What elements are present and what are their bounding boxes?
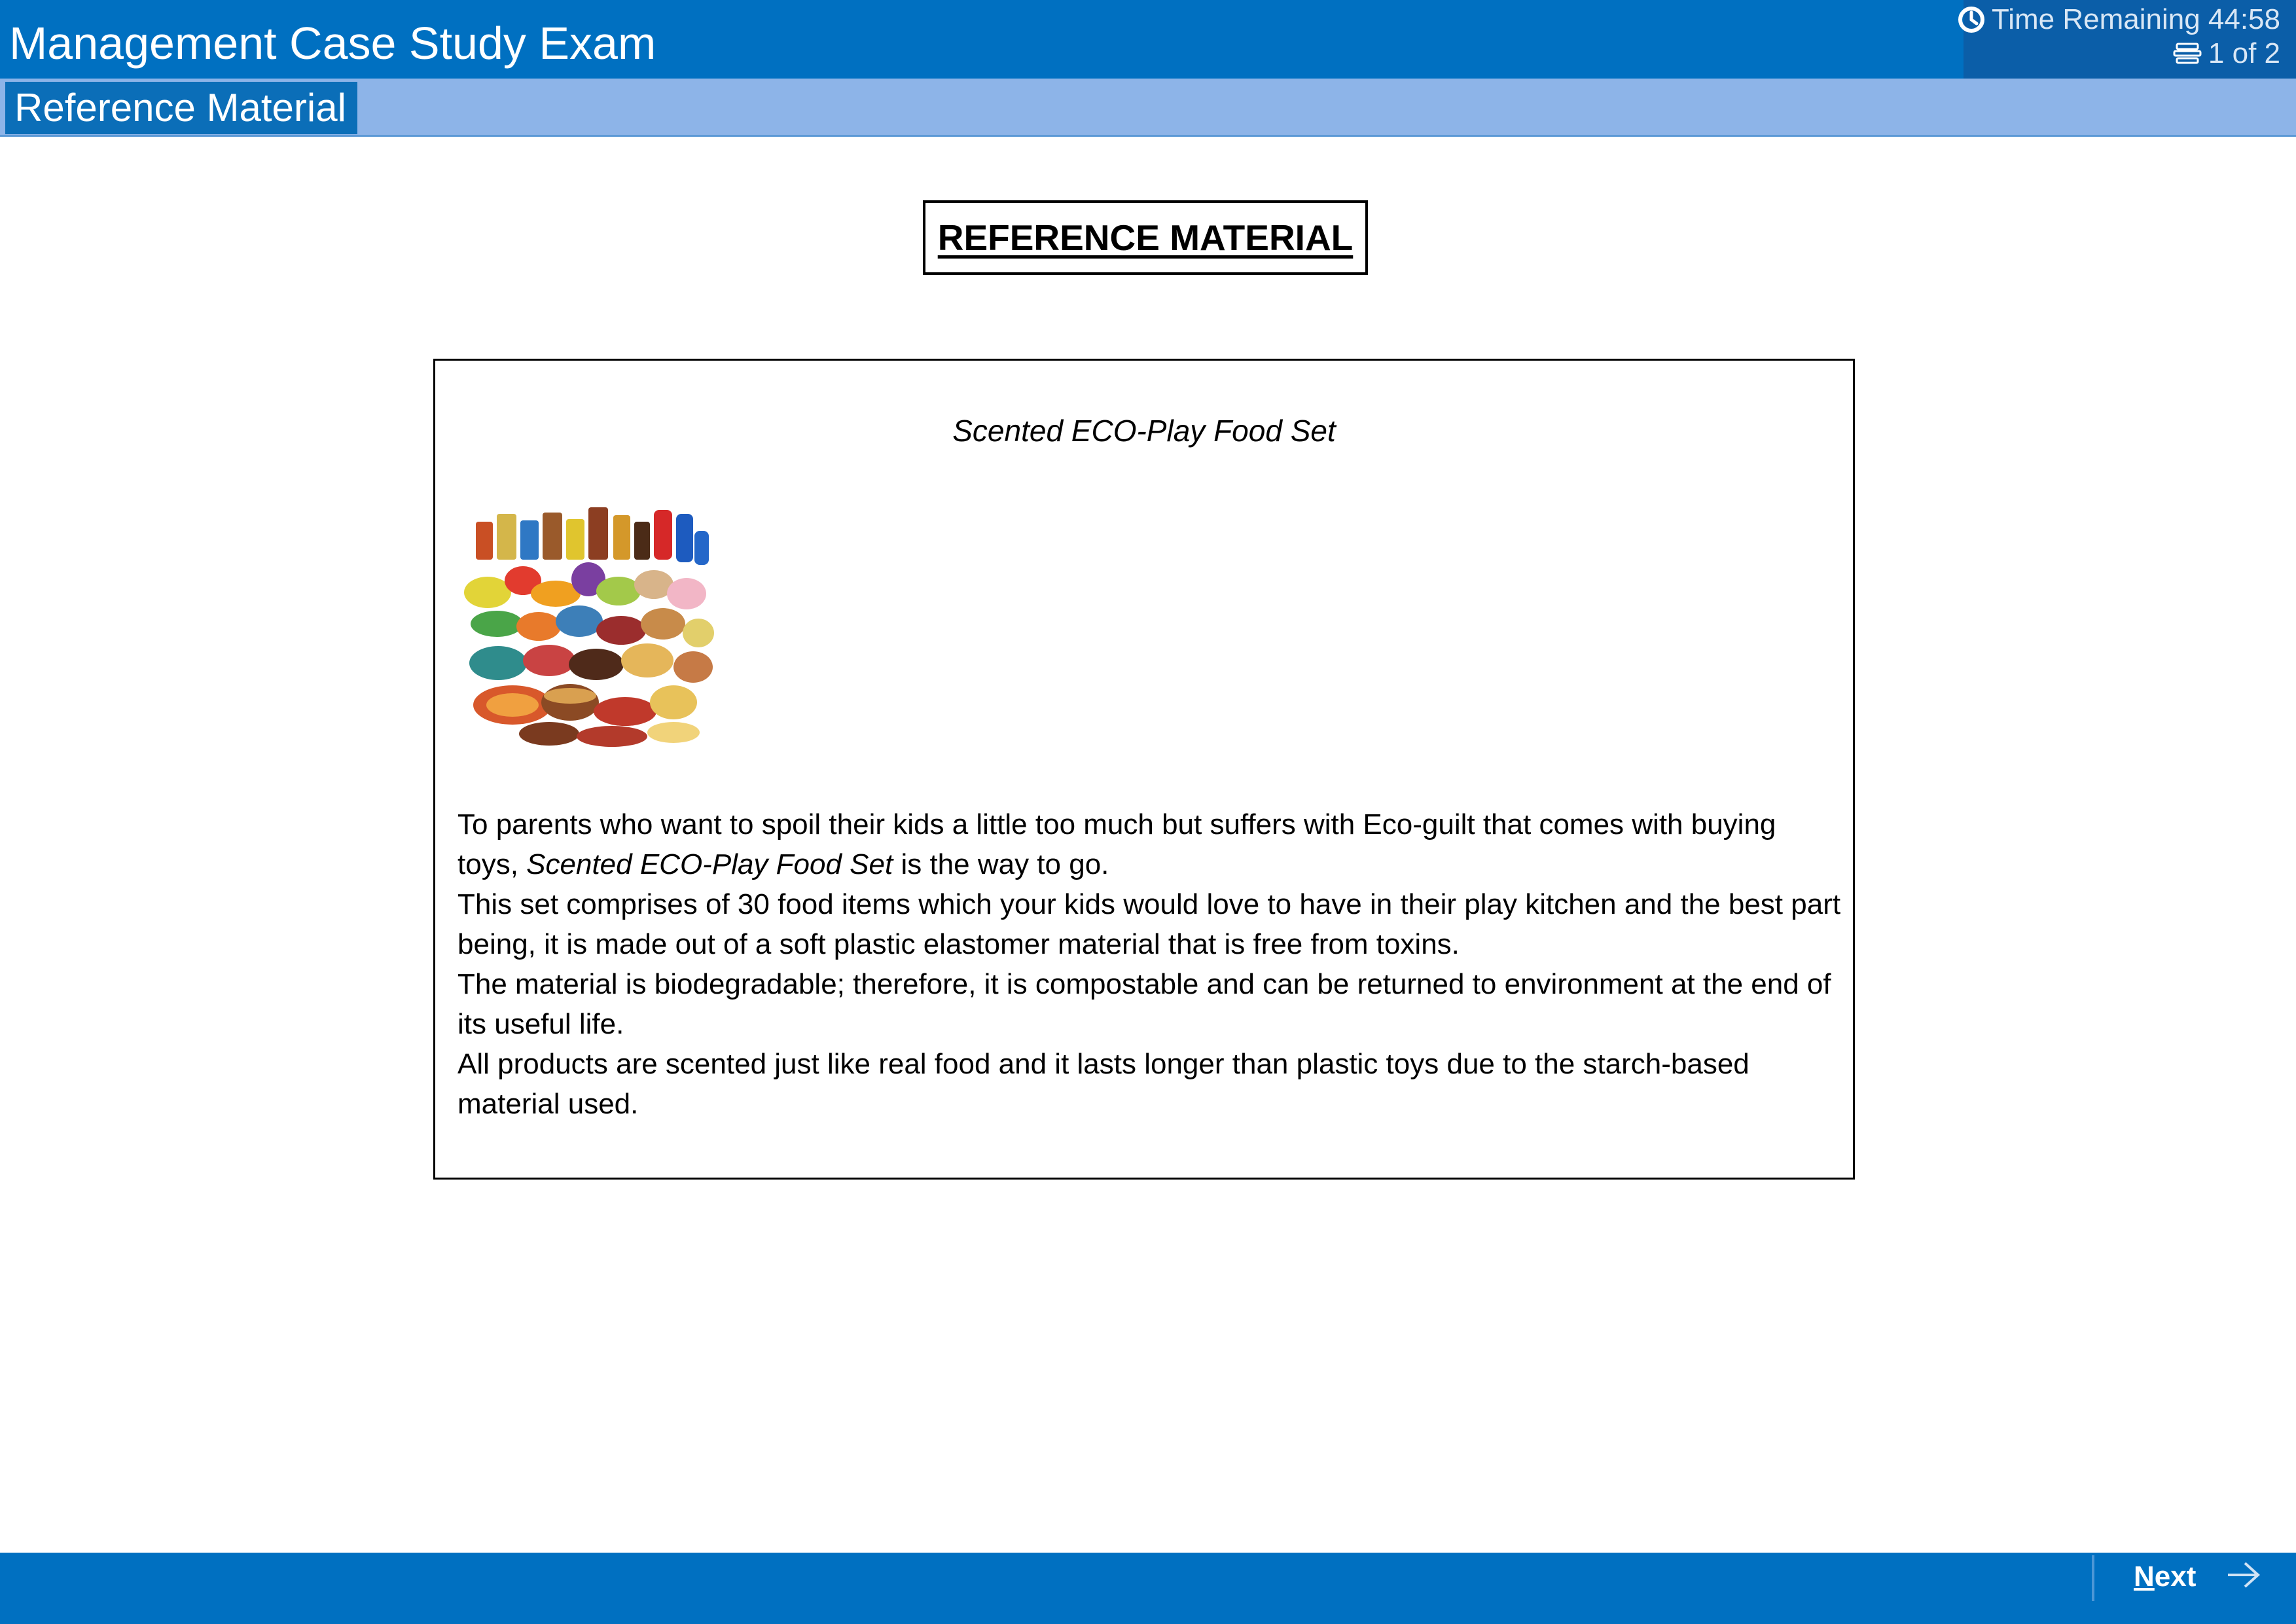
page-indicator: 1 of 2 bbox=[2172, 37, 2280, 71]
description-paragraph: The material is biodegradable; therefore… bbox=[457, 968, 1831, 1040]
description-paragraph: This set comprises of 30 food items whic… bbox=[457, 888, 1841, 960]
flag-icon bbox=[2173, 43, 2202, 64]
reference-heading-box: REFERENCE MATERIAL bbox=[923, 200, 1368, 275]
reference-content-box: Scented ECO-Play Food Set To parents who… bbox=[433, 359, 1855, 1180]
description-paragraph: All products are scented just like real … bbox=[457, 1048, 1749, 1120]
exam-header: Management Case Study Exam Time Remainin… bbox=[0, 0, 2296, 79]
product-image bbox=[464, 507, 714, 747]
description-paragraph-1-end: is the way to go. bbox=[893, 848, 1109, 880]
page-indicator-label: 1 of 2 bbox=[2208, 37, 2280, 69]
next-button-access-key: N bbox=[2134, 1561, 2155, 1593]
arrow-right-icon[interactable] bbox=[2225, 1559, 2262, 1591]
clock-icon bbox=[1958, 7, 1984, 33]
exam-footer bbox=[0, 1553, 2296, 1624]
exam-title: Management Case Study Exam bbox=[9, 18, 656, 69]
description-paragraph: To parents who want to spoil their kids … bbox=[457, 804, 1842, 884]
exam-status-panel: Time Remaining 44:58 1 of 2 bbox=[1958, 0, 2296, 79]
product-title: Scented ECO-Play Food Set bbox=[952, 414, 1336, 448]
description-product-name: Scented ECO-Play Food Set bbox=[526, 848, 893, 880]
footer-divider bbox=[2092, 1555, 2094, 1601]
product-description: To parents who want to spoil their kids … bbox=[457, 804, 1842, 1124]
reference-heading: REFERENCE MATERIAL bbox=[937, 217, 1354, 258]
section-tab-reference-material: Reference Material bbox=[5, 82, 357, 134]
time-remaining: Time Remaining 44:58 bbox=[1958, 3, 2280, 37]
section-bar: Reference Material bbox=[0, 79, 2296, 137]
time-remaining-label: Time Remaining 44:58 bbox=[1991, 3, 2280, 35]
next-button-label: ext bbox=[2154, 1561, 2197, 1593]
